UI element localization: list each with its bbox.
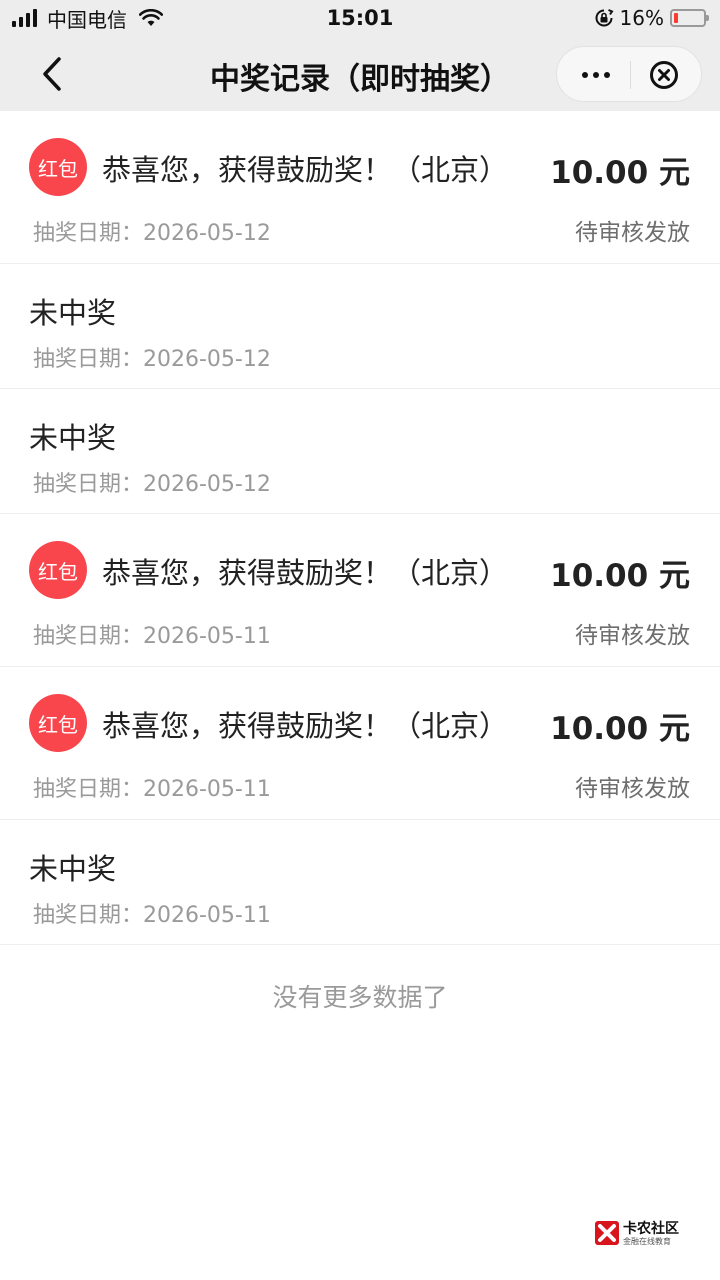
draw-date: 抽奖日期：2026-05-12: [33, 472, 271, 497]
mini-program-capsule: [556, 46, 702, 102]
prize-amount: 10.00 元: [550, 558, 690, 594]
record-item[interactable]: 未中奖抽奖日期：2026-05-11: [0, 820, 720, 945]
battery-icon: [670, 9, 709, 27]
battery-level: [674, 13, 679, 23]
draw-date: 抽奖日期：2026-05-11: [33, 777, 271, 802]
record-item[interactable]: 未中奖抽奖日期：2026-05-12: [0, 264, 720, 389]
capsule-divider: [630, 61, 631, 89]
status-bar: 中国电信 15:01 16%: [0, 0, 720, 36]
more-dots-icon[interactable]: [575, 47, 617, 103]
draw-date: 抽奖日期：2026-05-11: [33, 624, 271, 649]
prize-status: 待审核发放: [575, 623, 690, 649]
record-title: 恭喜您，获得鼓励奖！（北京）: [102, 556, 509, 590]
record-title: 未中奖: [29, 852, 117, 886]
draw-date: 抽奖日期：2026-05-12: [33, 347, 271, 372]
draw-date: 抽奖日期：2026-05-12: [33, 221, 271, 246]
status-bar-right: 16%: [594, 6, 709, 30]
red-packet-badge: 红包: [29, 138, 87, 196]
record-title: 恭喜您，获得鼓励奖！（北京）: [102, 153, 509, 187]
close-circle-icon[interactable]: [649, 60, 679, 90]
record-item[interactable]: 红包 恭喜您，获得鼓励奖！（北京） 10.00 元抽奖日期：2026-05-11 待审…: [0, 514, 720, 667]
watermark-name: 卡农社区: [623, 1221, 679, 1237]
record-title: 未中奖: [29, 296, 117, 330]
record-title: 未中奖: [29, 421, 117, 455]
red-packet-badge: 红包: [29, 694, 87, 752]
watermark-tagline: 金融在线教育: [623, 1237, 671, 1246]
record-item[interactable]: 红包 恭喜您，获得鼓励奖！（北京） 10.00 元抽奖日期：2026-05-12 待审…: [0, 111, 720, 264]
record-item[interactable]: 未中奖抽奖日期：2026-05-12: [0, 389, 720, 514]
prize-status: 待审核发放: [575, 776, 690, 802]
orientation-lock-icon: [595, 9, 614, 27]
record-list: 红包 恭喜您，获得鼓励奖！（北京） 10.00 元抽奖日期：2026-05-12 待审…: [0, 111, 720, 945]
battery-percent: 16%: [619, 6, 664, 30]
red-packet-badge: 红包: [29, 541, 87, 599]
draw-date: 抽奖日期：2026-05-11: [33, 903, 271, 928]
watermark: 卡农社区 金融在线教育: [594, 1218, 694, 1250]
record-title: 恭喜您，获得鼓励奖！（北京）: [102, 709, 509, 743]
navigation-bar: 中奖记录（即时抽奖）: [0, 36, 720, 111]
prize-status: 待审核发放: [575, 220, 690, 246]
prize-amount: 10.00 元: [550, 711, 690, 747]
no-more-data-text: 没有更多数据了: [272, 983, 448, 1012]
watermark-logo: [595, 1221, 619, 1245]
prize-amount: 10.00 元: [550, 155, 690, 191]
record-item[interactable]: 红包 恭喜您，获得鼓励奖！（北京） 10.00 元抽奖日期：2026-05-11 待审…: [0, 667, 720, 820]
